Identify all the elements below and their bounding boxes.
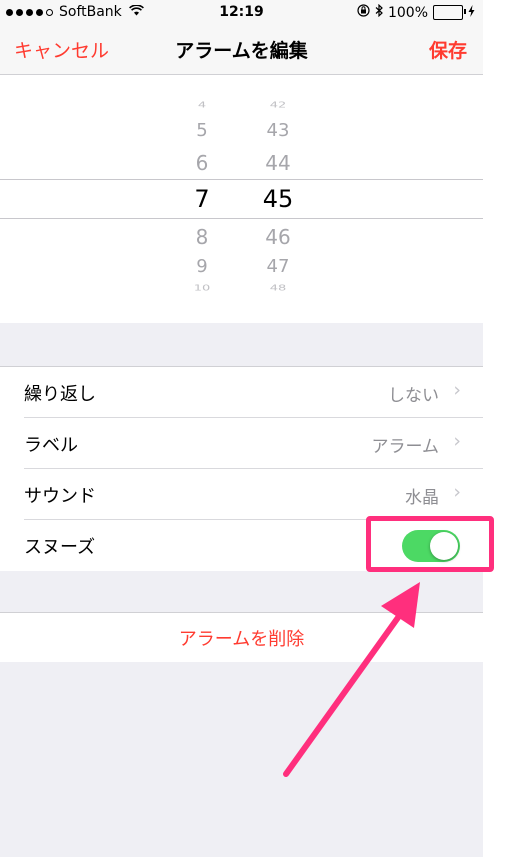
delete-alarm-label: アラームを削除 <box>178 629 305 650</box>
chevron-right-icon: › <box>453 430 461 452</box>
status-bar: SoftBank 12:19 100% <box>0 0 483 24</box>
battery-icon <box>433 5 466 20</box>
bottom-background <box>0 662 483 857</box>
screen: SoftBank 12:19 100% キャンセル アラームを編集 保存 4 5… <box>0 0 519 857</box>
delete-alarm-button[interactable]: アラームを削除 <box>0 612 483 663</box>
navigation-bar: キャンセル アラームを編集 保存 <box>0 24 483 75</box>
rotation-lock-icon <box>357 4 370 21</box>
label-value: アラーム <box>371 437 440 457</box>
section-gap <box>0 571 483 612</box>
hour-option[interactable]: 10 <box>172 284 232 293</box>
battery-tip <box>464 9 466 14</box>
minute-option[interactable]: 46 <box>248 225 308 249</box>
hour-option[interactable]: 9 <box>172 256 232 277</box>
sound-label: サウンド <box>24 486 96 507</box>
phone-screen: SoftBank 12:19 100% キャンセル アラームを編集 保存 4 5… <box>0 0 483 857</box>
minute-option[interactable]: 42 <box>248 101 308 110</box>
section-gap <box>0 323 483 366</box>
status-right: 100% <box>357 3 475 21</box>
picker-selection-band <box>0 179 483 219</box>
repeat-value: しない <box>388 386 439 406</box>
sound-value: 水晶 <box>405 488 439 508</box>
hour-option[interactable]: 5 <box>172 120 232 141</box>
snooze-label: スヌーズ <box>24 537 96 558</box>
minute-option[interactable]: 47 <box>248 256 308 277</box>
charging-bolt-icon <box>468 4 475 21</box>
page-title: アラームを編集 <box>175 40 308 62</box>
battery-percent: 100% <box>387 4 428 21</box>
minute-option[interactable]: 44 <box>248 151 308 175</box>
hour-option[interactable]: 4 <box>172 101 232 110</box>
bluetooth-icon <box>375 3 383 21</box>
sound-row[interactable]: サウンド 水晶 › <box>0 469 483 520</box>
screenshot-margin <box>483 0 519 857</box>
repeat-row[interactable]: 繰り返し しない › <box>0 367 483 418</box>
chevron-right-icon: › <box>453 379 461 401</box>
hour-option[interactable]: 6 <box>172 151 232 175</box>
chevron-right-icon: › <box>453 481 461 503</box>
time-picker[interactable]: 4 5 6 7 8 9 10 42 43 44 45 46 47 48 <box>0 75 483 323</box>
minute-option[interactable]: 48 <box>248 284 308 293</box>
highlight-box <box>366 516 494 572</box>
save-button[interactable]: 保存 <box>429 36 467 63</box>
hour-selected[interactable]: 7 <box>172 185 232 213</box>
label-row[interactable]: ラベル アラーム › <box>0 418 483 469</box>
label-label: ラベル <box>24 435 78 456</box>
hour-option[interactable]: 8 <box>172 225 232 249</box>
repeat-label: 繰り返し <box>24 384 96 405</box>
minute-option[interactable]: 43 <box>248 120 308 141</box>
minute-selected[interactable]: 45 <box>248 185 308 213</box>
